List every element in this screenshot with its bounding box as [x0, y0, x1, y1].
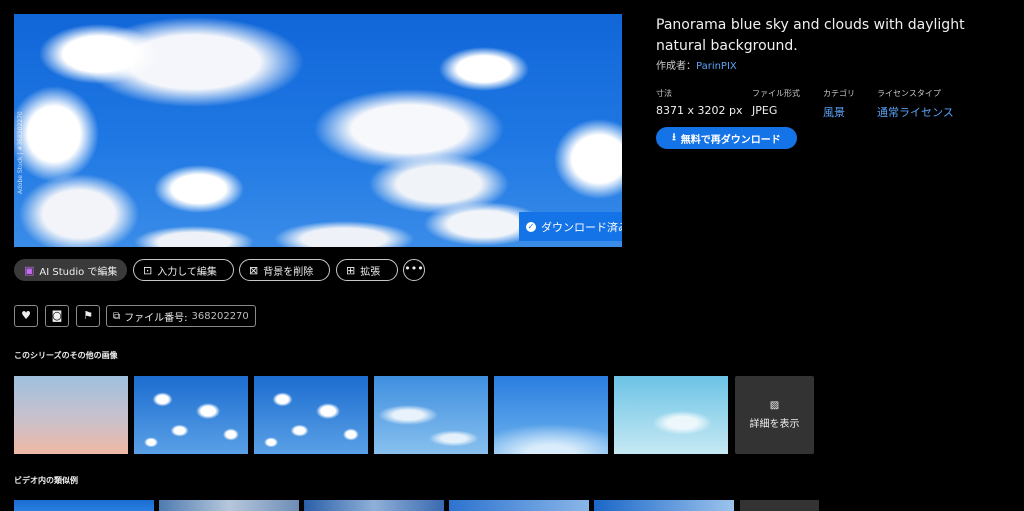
flag-icon: ⚑ — [83, 309, 93, 322]
series-thumbnail[interactable] — [14, 376, 128, 454]
remove-background-icon: ⊠ — [249, 263, 259, 277]
image-icon: ▨ — [769, 400, 780, 411]
meta-format: ファイル形式 JPEG — [752, 88, 800, 117]
meta-category: カテゴリ 風景 — [823, 88, 855, 120]
file-number-value: 368202270 — [191, 310, 249, 322]
report-button[interactable]: ⚑ — [76, 305, 100, 327]
meta-label: カテゴリ — [823, 89, 855, 98]
ai-studio-edit-button[interactable]: ▣ AI Studio で編集 — [14, 259, 127, 281]
video-thumbnail[interactable] — [14, 500, 154, 511]
file-number-label: ファイル番号: — [124, 312, 188, 324]
ai-studio-label: AI Studio で編集 — [39, 266, 118, 278]
camera-icon: ◙ — [51, 309, 63, 322]
meta-label: ライセンスタイプ — [877, 89, 941, 98]
meta-dimensions: 寸法 8371 x 3202 px — [656, 88, 742, 117]
checkmark-icon: ✓ — [526, 221, 536, 232]
series-thumbnail[interactable] — [254, 376, 368, 454]
meta-value: 8371 x 3202 px — [656, 104, 743, 117]
series-thumbnail[interactable] — [494, 376, 608, 454]
more-options-button[interactable]: ••• — [403, 259, 425, 281]
show-details-button[interactable]: ▨ 詳細を表示 — [735, 376, 814, 454]
main-image-preview[interactable]: Adobe Stock | #368202270 ✓ ダウンロード済み — [14, 14, 622, 247]
ai-studio-icon: ▣ — [24, 263, 35, 277]
series-thumbnail[interactable] — [614, 376, 728, 454]
creator-link[interactable]: ParinPIX — [696, 61, 737, 72]
series-thumbnail[interactable] — [134, 376, 248, 454]
video-thumbnail[interactable] — [449, 500, 589, 511]
file-number-button[interactable]: ⧉ ファイル番号: 368202270 — [106, 305, 256, 327]
video-show-more[interactable] — [740, 500, 819, 511]
expand-label: 拡張 — [360, 266, 381, 278]
meta-value: JPEG — [752, 104, 778, 117]
creator-label: 作成者： — [656, 61, 696, 72]
creator-line: 作成者：ParinPIX — [656, 57, 737, 72]
meta-label: 寸法 — [656, 89, 672, 98]
redownload-button[interactable]: ⭳ 無料で再ダウンロード — [656, 127, 797, 149]
license-link[interactable]: 通常ライセンス — [877, 104, 954, 120]
copy-icon: ⧉ — [113, 310, 121, 322]
show-details-label: 詳細を表示 — [749, 419, 800, 430]
redownload-label: 無料で再ダウンロード — [680, 134, 781, 146]
remove-background-label: 背景を削除 — [263, 266, 314, 278]
video-thumbnail[interactable] — [304, 500, 444, 511]
image-credit: Adobe Stock | #368202270 — [17, 111, 24, 194]
type-to-edit-button[interactable]: ⊡ 入力して編集 — [133, 259, 234, 281]
heart-icon: ♥ — [21, 309, 31, 322]
type-to-edit-label: 入力して編集 — [157, 266, 217, 278]
downloaded-badge-label: ダウンロード済み — [541, 220, 622, 234]
download-icon: ⭳ — [672, 131, 676, 143]
expand-button[interactable]: ⊞ 拡張 — [336, 259, 398, 281]
category-link[interactable]: 風景 — [823, 104, 855, 120]
asset-title: Panorama blue sky and clouds with daylig… — [656, 17, 965, 54]
expand-icon: ⊞ — [346, 263, 356, 277]
series-thumbnail[interactable] — [374, 376, 488, 454]
video-thumbnail[interactable] — [594, 500, 734, 511]
remove-background-button[interactable]: ⊠ 背景を削除 — [239, 259, 330, 281]
more-icon: ••• — [404, 262, 424, 275]
meta-label: ファイル形式 — [752, 89, 800, 98]
favorite-button[interactable]: ♥ — [14, 305, 38, 327]
downloaded-badge: ✓ ダウンロード済み — [519, 212, 622, 241]
video-heading: ビデオ内の類似例 — [14, 476, 78, 485]
text-edit-icon: ⊡ — [143, 263, 153, 277]
video-thumbnail[interactable] — [159, 500, 299, 511]
visual-search-button[interactable]: ◙ — [45, 305, 69, 327]
meta-license: ライセンスタイプ 通常ライセンス — [877, 88, 954, 120]
series-heading: このシリーズのその他の画像 — [14, 351, 118, 360]
